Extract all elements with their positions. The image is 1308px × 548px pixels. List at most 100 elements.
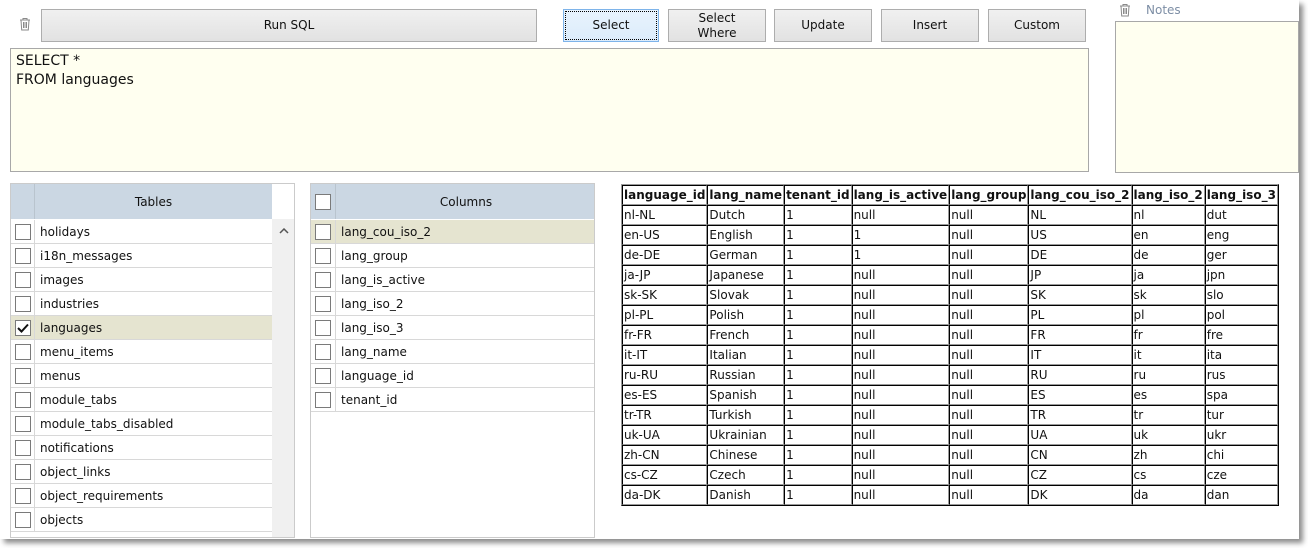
column-list-item[interactable]: lang_name <box>311 340 594 364</box>
table-cell: null <box>851 345 950 365</box>
table-cell: null <box>949 445 1029 465</box>
table-cell: de <box>1131 245 1205 265</box>
table-list-item[interactable]: languages <box>11 316 272 340</box>
table-name: notifications <box>40 440 114 455</box>
checkbox[interactable] <box>315 391 331 408</box>
checkbox[interactable] <box>14 391 31 408</box>
run-sql-button[interactable]: Run SQL <box>41 9 537 42</box>
table-cell: Polish <box>707 305 785 325</box>
table-row: da-DK Danish 1 null null DK da dan <box>622 485 1278 505</box>
table-list-item[interactable]: menu_items <box>11 340 272 364</box>
column-name: lang_is_active <box>341 272 425 287</box>
template-button-insert[interactable]: Insert <box>881 9 979 42</box>
checkbox[interactable] <box>315 343 331 360</box>
table-name: i18n_messages <box>40 248 133 263</box>
table-cell: 1 <box>784 445 852 465</box>
table-row: cs-CZ Czech 1 null null CZ cs cze <box>622 465 1278 485</box>
table-cell: German <box>707 245 785 265</box>
results-header-row: language_id lang_name tenant_id lang_is_act… <box>622 185 1278 205</box>
table-cell: nl <box>1131 205 1205 225</box>
checkbox[interactable] <box>14 439 31 456</box>
checkbox[interactable] <box>14 487 31 504</box>
table-cell: de-DE <box>622 245 708 265</box>
table-cell: null <box>949 425 1029 445</box>
checkbox[interactable] <box>315 223 331 240</box>
select-all-columns-checkbox[interactable] <box>315 193 331 210</box>
template-button-update[interactable]: Update <box>774 9 872 42</box>
column-list-item[interactable]: lang_cou_iso_2 <box>311 220 594 244</box>
table-row: ru-RU Russian 1 null null RU ru rus <box>622 365 1278 385</box>
table-cell: sk <box>1131 285 1205 305</box>
checkbox[interactable] <box>14 295 31 312</box>
table-cell: jpn <box>1204 265 1278 285</box>
checkbox[interactable] <box>14 463 31 480</box>
checkbox[interactable] <box>14 415 31 432</box>
table-name: images <box>40 272 84 287</box>
checkbox[interactable] <box>14 367 31 384</box>
trash-icon[interactable] <box>19 17 31 31</box>
checkbox[interactable] <box>14 223 31 240</box>
table-cell: null <box>949 205 1029 225</box>
column-list-item[interactable]: lang_iso_3 <box>311 316 594 340</box>
column-list-item[interactable]: lang_group <box>311 244 594 268</box>
table-cell: FR <box>1028 325 1132 345</box>
table-list-item[interactable]: notifications <box>11 436 272 460</box>
checkbox-cell <box>311 244 336 267</box>
checkbox[interactable] <box>315 319 331 336</box>
table-cell: Chinese <box>707 445 785 465</box>
checkbox[interactable] <box>315 271 331 288</box>
sql-editor[interactable]: SELECT * FROM languages <box>10 48 1089 172</box>
checkbox-cell <box>311 388 336 411</box>
column-list-item[interactable]: tenant_id <box>311 388 594 412</box>
chevron-up-icon[interactable] <box>272 219 294 243</box>
table-list-item[interactable]: module_tabs_disabled <box>11 412 272 436</box>
table-cell: null <box>851 425 950 445</box>
table-cell: 1 <box>784 405 852 425</box>
table-name: holidays <box>40 224 90 239</box>
table-cell: chi <box>1204 445 1278 465</box>
table-cell: en-US <box>622 225 708 245</box>
checkbox-cell <box>11 292 35 315</box>
table-cell: 1 <box>784 265 852 285</box>
table-cell: null <box>949 485 1029 505</box>
notes-label: Notes <box>1146 3 1181 17</box>
template-button-select-where[interactable]: Select Where <box>668 9 766 42</box>
checkbox[interactable] <box>14 511 31 528</box>
table-cell: spa <box>1204 385 1278 405</box>
table-cell: Spanish <box>707 385 785 405</box>
notes-textarea[interactable] <box>1115 21 1299 173</box>
table-cell: null <box>949 365 1029 385</box>
table-list-item[interactable]: holidays <box>11 220 272 244</box>
table-cell: Italian <box>707 345 785 365</box>
checkbox[interactable] <box>315 295 331 312</box>
table-cell: 1 <box>851 225 950 245</box>
checkbox[interactable] <box>14 343 31 360</box>
template-button-custom[interactable]: Custom <box>988 9 1086 42</box>
tables-scrollbar[interactable] <box>272 219 294 537</box>
table-list-item[interactable]: images <box>11 268 272 292</box>
table-list-item[interactable]: object_links <box>11 460 272 484</box>
table-name: objects <box>40 512 84 527</box>
checkbox[interactable] <box>14 247 31 264</box>
checkbox[interactable] <box>14 271 31 288</box>
column-list-item[interactable]: lang_is_active <box>311 268 594 292</box>
checkbox[interactable] <box>315 247 331 264</box>
table-cell: null <box>949 325 1029 345</box>
table-cell: PL <box>1028 305 1132 325</box>
table-list-item[interactable]: object_requirements <box>11 484 272 508</box>
table-cell: pl-PL <box>622 305 708 325</box>
table-list-item[interactable]: i18n_messages <box>11 244 272 268</box>
table-cell: rus <box>1204 365 1278 385</box>
table-list-item[interactable]: menus <box>11 364 272 388</box>
column-list-item[interactable]: language_id <box>311 364 594 388</box>
trash-icon[interactable] <box>1119 3 1131 17</box>
table-list-item[interactable]: module_tabs <box>11 388 272 412</box>
tables-header: Tables <box>35 184 272 219</box>
column-list-item[interactable]: lang_iso_2 <box>311 292 594 316</box>
table-row: de-DE German 1 1 null DE de ger <box>622 245 1278 265</box>
table-list-item[interactable]: objects <box>11 508 272 532</box>
template-button-select[interactable]: Select <box>563 9 659 42</box>
table-list-item[interactable]: industries <box>11 292 272 316</box>
checkbox[interactable] <box>315 367 331 384</box>
checkbox-checked[interactable] <box>14 319 31 336</box>
